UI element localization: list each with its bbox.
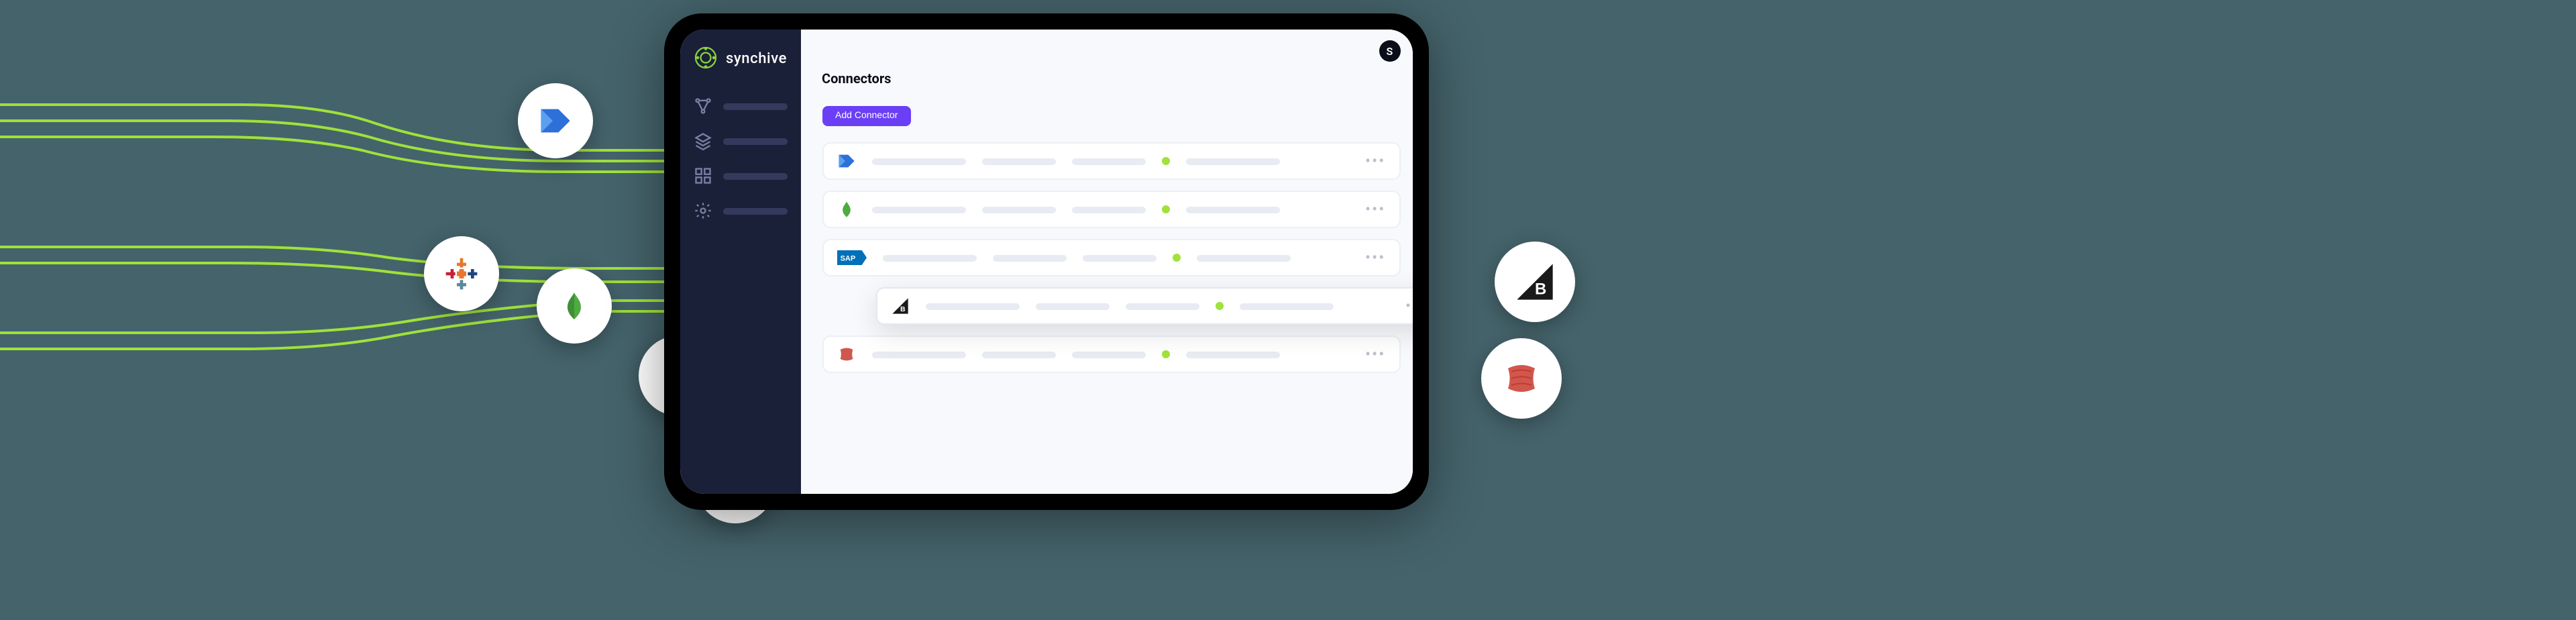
sidebar-item-nodes[interactable] [694,97,787,115]
topbar: S [800,30,1413,72]
svg-text:B: B [1535,280,1546,299]
connector-list: ••• ••• SAP ••• B ••• [822,142,1400,373]
more-menu-button[interactable]: ••• [1365,200,1385,219]
sidebar: synchive [680,30,800,494]
status-dot [1172,254,1180,262]
more-menu-button[interactable]: ••• [1365,248,1385,267]
grid-icon [694,166,712,185]
mongodb-icon [837,200,855,219]
sidebar-item-grid[interactable] [694,166,787,185]
nodes-icon [694,97,712,115]
connector-row[interactable]: ••• [822,335,1400,373]
sap-icon: SAP [837,250,866,266]
sidebar-nav [680,86,800,231]
connector-row[interactable]: SAP ••• [822,239,1400,276]
avatar[interactable]: S [1379,40,1400,62]
mongodb-icon [537,268,612,344]
bigcommerce-icon: B [1495,242,1575,322]
connector-row-lifted[interactable]: B ••• [875,287,1413,325]
brand: synchive [680,30,800,86]
more-menu-button[interactable]: ••• [1365,345,1385,364]
svg-text:SAP: SAP [840,255,855,263]
brand-name: synchive [726,49,787,66]
status-dot [1161,157,1169,165]
svg-text:B: B [900,305,905,313]
tableau-icon [424,236,499,311]
gear-icon [694,201,712,220]
status-dot [1215,302,1223,310]
connector-row[interactable]: ••• [822,191,1400,228]
page-title: Connectors [822,72,1400,87]
sidebar-item-settings[interactable] [694,201,787,220]
tablet-device: synchive [664,13,1429,510]
connector-row[interactable]: ••• [822,142,1400,180]
status-dot [1161,350,1169,358]
layers-icon [694,132,712,150]
more-menu-button[interactable]: ••• [1405,297,1413,315]
power-automate-icon [837,152,855,170]
sqlserver-icon [837,345,855,364]
brand-logo-icon [694,46,718,70]
app-screen: synchive [680,30,1413,494]
add-connector-button[interactable]: Add Connector [822,106,911,126]
more-menu-button[interactable]: ••• [1365,152,1385,170]
power-automate-icon [518,83,593,158]
status-dot [1161,205,1169,213]
sidebar-item-layers[interactable] [694,132,787,150]
main-content: S Connectors Add Connector ••• ••• SAP [800,30,1413,494]
bigcommerce-icon: B [890,297,909,315]
sqlserver-icon [1481,338,1562,419]
